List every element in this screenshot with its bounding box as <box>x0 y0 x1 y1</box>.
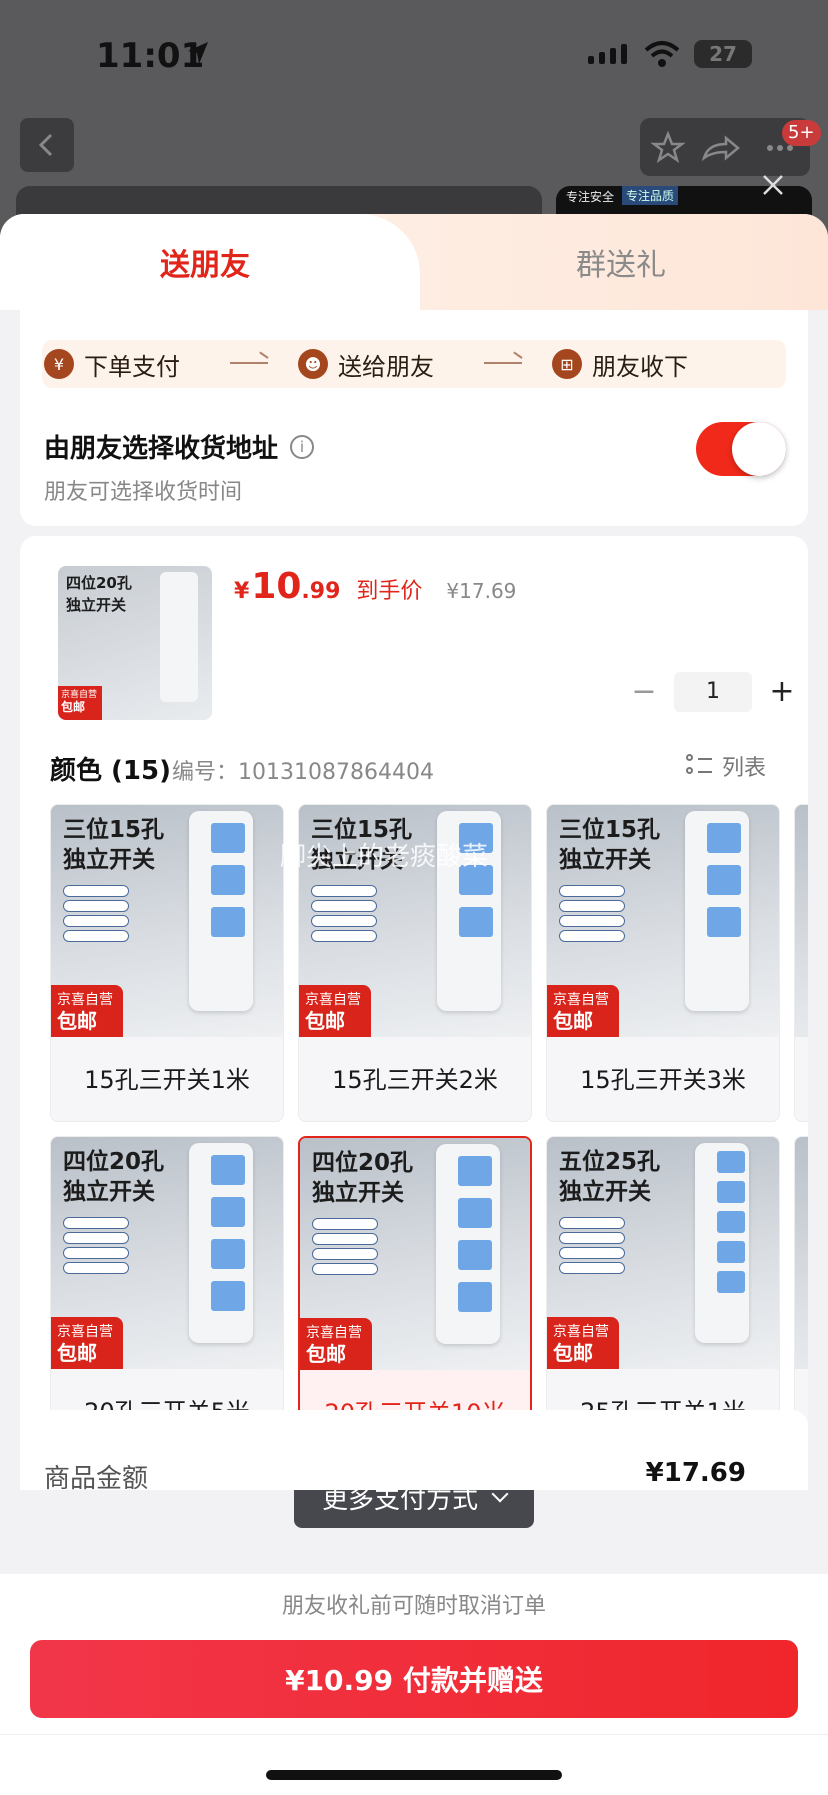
list-icon <box>686 754 712 778</box>
variant-label: 15孔三开关2米 <box>332 1066 498 1094</box>
watermark: 脚尖上的老痰酸菜 <box>280 842 489 872</box>
power-strip-image <box>695 1143 749 1343</box>
step-send: ☻ 送给朋友 <box>298 348 434 381</box>
arrow-right-icon <box>484 362 522 364</box>
step-label: 送给朋友 <box>338 352 434 381</box>
variant-option[interactable]: 四位20孔独立开关 京喜自营包邮 20孔三开关5米 <box>50 1136 284 1454</box>
variant-option[interactable]: 五位25孔独立开关 京喜自营包邮 25孔三开关1米 <box>546 1136 780 1454</box>
thumb-subtitle: 独立开关 <box>66 596 127 614</box>
step-label: 下单支付 <box>84 352 180 381</box>
share-icon <box>701 135 740 162</box>
home-indicator <box>266 1770 562 1780</box>
badge-jingxi: 京喜自营 包邮 <box>300 1318 372 1370</box>
product-thumbnail: 四位20孔 独立开关 京喜自营 包邮 <box>58 566 212 720</box>
gift-steps: ¥ 下单支付 ☻ 送给朋友 ⊞ 朋友收下 <box>42 340 786 388</box>
price-decimal: .99 <box>301 579 341 604</box>
gift-tabs: 送朋友 群送礼 <box>0 214 828 310</box>
thumb-title: 四位20孔 <box>66 574 132 592</box>
friend-address-toggle[interactable] <box>696 422 786 476</box>
price-integer: 10 <box>251 566 302 607</box>
badge-jingxi: 京喜自营 包邮 <box>51 1317 123 1369</box>
battery-icon: 27 <box>694 40 752 68</box>
power-strip-image <box>189 1143 253 1343</box>
price-label: 到手价 <box>356 579 423 604</box>
amount-label: 商品金额 <box>44 1464 149 1494</box>
gift-flow-card: ¥ 下单支付 ☻ 送给朋友 ⊞ 朋友收下 由朋友选择收货地址 i 朋友可选择收货… <box>20 310 808 526</box>
location-arrow-icon <box>188 42 208 64</box>
address-option-title: 由朋友选择收货地址 i <box>44 428 315 465</box>
variant-option-partial[interactable] <box>794 1136 808 1454</box>
step-receive: ⊞ 朋友收下 <box>552 348 688 381</box>
wifi-icon <box>644 41 680 67</box>
address-option-subtitle: 朋友可选择收货时间 <box>44 480 243 505</box>
increase-button[interactable]: + <box>762 672 802 712</box>
variant-image: 四位20孔 独立开关 京喜自营 包邮 <box>51 1137 283 1369</box>
pay-and-gift-button[interactable]: ¥10.99 付款并赠送 <box>30 1640 798 1718</box>
variant-image: 五位25孔 独立开关 京喜自营 包邮 <box>547 1137 779 1369</box>
badge-jingxi: 京喜自营 包邮 <box>547 985 619 1037</box>
chevron-left-icon <box>38 133 53 157</box>
badge-jingxi: 京喜自营 包邮 <box>51 985 123 1037</box>
more-icon <box>767 145 773 151</box>
back-button[interactable] <box>20 118 74 172</box>
variant-option-partial[interactable] <box>794 804 808 1122</box>
gift-sheet: 送朋友 群送礼 ¥ 下单支付 ☻ 送给朋友 ⊞ 朋友收下 由朋友选择收货地址 i… <box>0 214 828 1795</box>
variant-option[interactable]: 三位15孔 独立开关 京喜自营 包邮 15孔三开关1米 <box>50 804 284 1122</box>
background-tag: 专注品质 <box>622 186 679 205</box>
info-icon[interactable]: i <box>290 434 315 459</box>
variant-image: 四位20孔 独立开关 京喜自营 包邮 <box>300 1138 530 1370</box>
gift-icon: ⊞ <box>552 349 582 379</box>
amount-value: ¥17.69 <box>645 1458 746 1488</box>
price-row: ¥ 10 .99 到手价 ¥17.69 <box>234 566 516 607</box>
sku-number: 编号：10131087864404 <box>172 760 434 785</box>
list-view-button[interactable]: 列表 <box>686 750 766 782</box>
amount-row: 商品金额 ¥17.69 <box>20 1410 808 1494</box>
decrease-button[interactable]: − <box>624 672 664 712</box>
step-label: 朋友收下 <box>592 352 688 381</box>
wechat-icon: ☻ <box>298 349 328 379</box>
variant-grid: 三位15孔 独立开关 京喜自营 包邮 15孔三开关1米 三位15孔 独立开关 京喜自营… <box>50 804 808 1464</box>
original-price: ¥17.69 <box>446 579 517 603</box>
tab-send-friend[interactable]: 送朋友 <box>160 240 250 284</box>
status-bar: 11:01 27 <box>0 0 828 110</box>
variant-option-selected[interactable]: 四位20孔独立开关 京喜自营包邮 20孔三开关10米 <box>298 1136 532 1454</box>
cancel-note: 朋友收礼前可随时取消订单 <box>281 1594 546 1619</box>
background-tag: 专注安全 <box>566 190 615 204</box>
notification-badge: 5+ <box>782 120 821 146</box>
product-card: 四位20孔 独立开关 京喜自营 包邮 ¥ 10 .99 到手价 ¥17.69 −… <box>20 536 808 1486</box>
power-strip-image <box>160 572 198 702</box>
close-icon[interactable] <box>756 168 790 202</box>
tab-group-send[interactable]: 群送礼 <box>576 240 666 284</box>
yen-icon: ¥ <box>44 349 74 379</box>
arrow-right-icon <box>230 362 268 364</box>
variant-label: 15孔三开关1米 <box>84 1066 250 1094</box>
variant-image <box>795 1137 808 1369</box>
cellular-signal-icon <box>588 44 627 64</box>
step-pay: ¥ 下单支付 <box>44 348 180 381</box>
divider <box>0 1734 828 1735</box>
toggle-knob <box>732 422 786 476</box>
badge-jingxi: 京喜自营 包邮 <box>547 1317 619 1369</box>
variant-image <box>795 805 808 1037</box>
power-strip-image <box>685 811 749 1011</box>
power-strip-image <box>436 1144 500 1344</box>
quantity-stepper: − 1 + <box>624 672 802 712</box>
star-icon <box>650 130 686 163</box>
variant-image: 三位15孔 独立开关 京喜自营 包邮 <box>51 805 283 1037</box>
power-strip-image <box>189 811 253 1011</box>
color-section-title: 颜色 (15) <box>50 756 171 786</box>
footer-bar: 朋友收礼前可随时取消订单 ¥10.99 付款并赠送 <box>0 1574 828 1795</box>
variant-option[interactable]: 三位15孔 独立开关 京喜自营 包邮 15孔三开关3米 <box>546 804 780 1122</box>
price-currency: ¥ <box>234 579 250 604</box>
variant-image: 三位15孔 独立开关 京喜自营 包邮 <box>547 805 779 1037</box>
variant-label: 15孔三开关3米 <box>580 1066 746 1094</box>
quantity-value[interactable]: 1 <box>674 672 752 712</box>
badge-jingxi: 京喜自营 包邮 <box>299 985 371 1037</box>
badge-jingxi: 京喜自营 包邮 <box>58 686 102 720</box>
